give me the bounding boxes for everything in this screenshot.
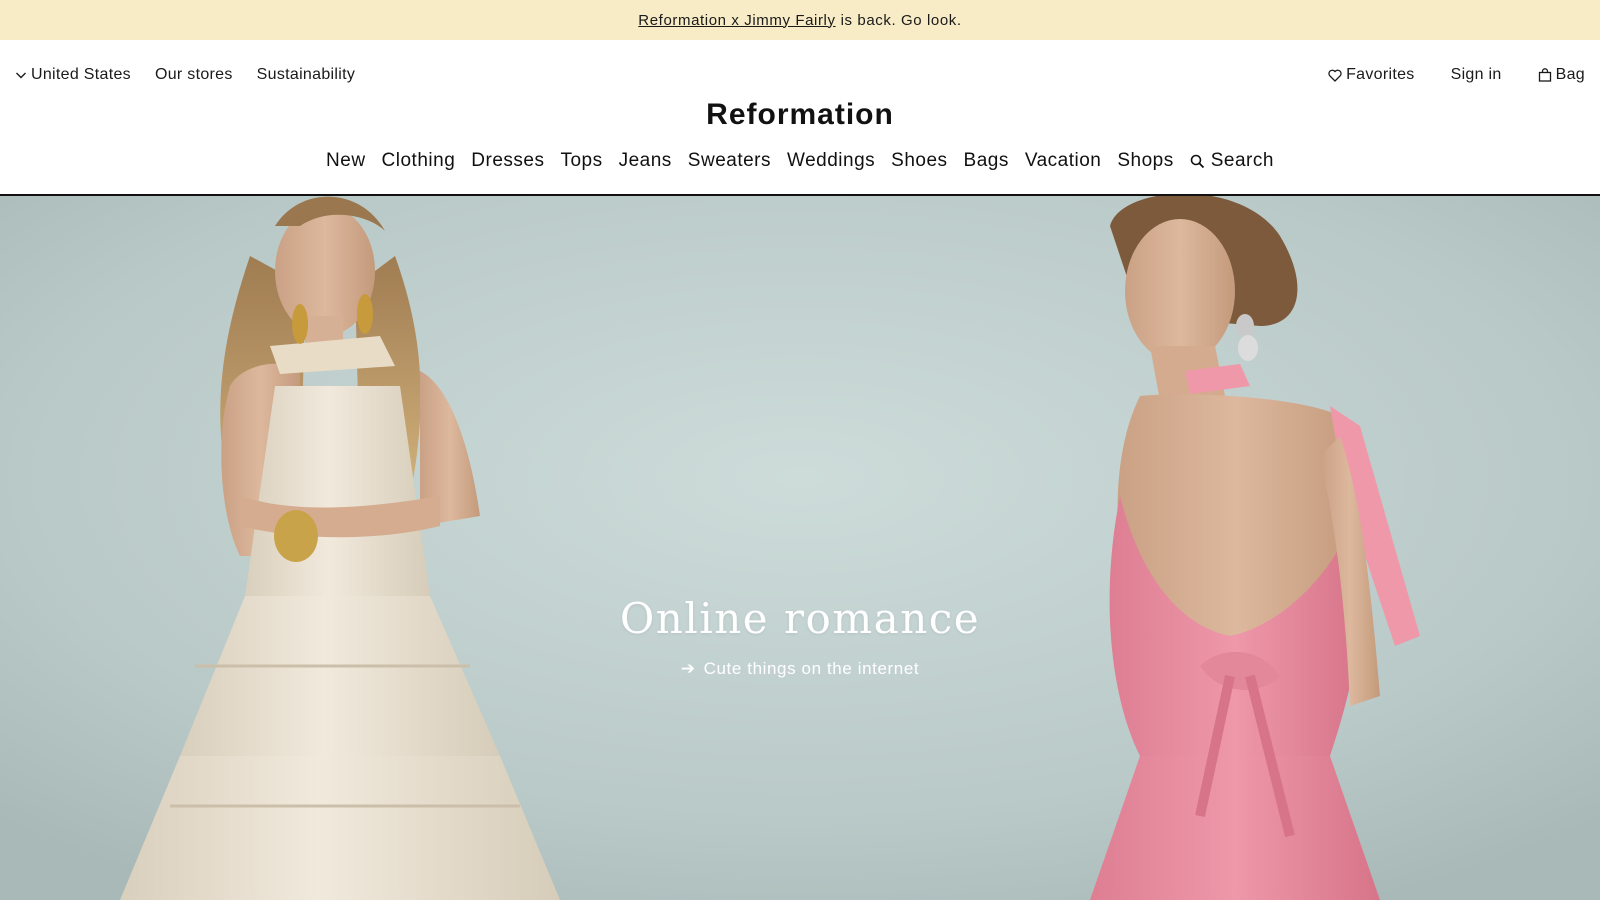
- nav-item-shoes[interactable]: Shoes: [891, 150, 947, 172]
- promo-link[interactable]: Reformation x Jimmy Fairly: [638, 12, 835, 29]
- nav-item-shops[interactable]: Shops: [1117, 150, 1173, 172]
- nav-item-clothing[interactable]: Clothing: [382, 150, 456, 172]
- promo-banner: Reformation x Jimmy Fairly is back. Go l…: [0, 0, 1600, 40]
- search-label: Search: [1210, 150, 1274, 171]
- nav-item-sweaters[interactable]: Sweaters: [688, 150, 771, 172]
- brand-logo[interactable]: Reformation: [706, 98, 894, 132]
- heart-icon: [1328, 69, 1342, 82]
- arrow-right-icon: ➔: [680, 659, 696, 678]
- favorites-label: Favorites: [1346, 66, 1415, 83]
- hero-title: Online romance: [619, 594, 981, 643]
- hero-cta-link[interactable]: ➔ Cute things on the internet: [681, 659, 919, 679]
- nav-item-jeans[interactable]: Jeans: [619, 150, 672, 172]
- nav-item-weddings[interactable]: Weddings: [787, 150, 875, 172]
- region-label: United States: [31, 66, 131, 83]
- sustainability-label: Sustainability: [256, 66, 356, 83]
- hero-image: [0, 196, 1600, 900]
- search-icon: [1190, 154, 1204, 168]
- shopping-bag-icon: [1538, 68, 1551, 82]
- sign-in-label: Sign in: [1450, 66, 1502, 83]
- our-stores-link[interactable]: Our stores: [155, 66, 233, 84]
- nav-item-vacation[interactable]: Vacation: [1025, 150, 1102, 172]
- our-stores-label: Our stores: [154, 66, 233, 83]
- hero-text: Online romance ➔ Cute things on the inte…: [0, 594, 1600, 679]
- search-button[interactable]: Search: [1190, 150, 1274, 172]
- hero-cta-label: Cute things on the internet: [703, 659, 920, 678]
- favorites-link[interactable]: Favorites: [1328, 66, 1415, 84]
- chevron-down-icon: [16, 72, 26, 79]
- nav-item-dresses[interactable]: Dresses: [471, 150, 544, 172]
- promo-text: is back. Go look.: [840, 11, 962, 29]
- utility-nav-left: United States Our stores Sustainability: [15, 66, 379, 84]
- region-selector[interactable]: United States: [15, 66, 131, 84]
- hero-banner[interactable]: Online romance ➔ Cute things on the inte…: [0, 196, 1600, 900]
- nav-item-new[interactable]: New: [326, 150, 366, 172]
- bag-label: Bag: [1555, 66, 1585, 83]
- sustainability-link[interactable]: Sustainability: [257, 66, 355, 84]
- nav-item-tops[interactable]: Tops: [560, 150, 602, 172]
- utility-nav-right: Favorites Sign in Bag: [1292, 66, 1585, 84]
- bag-link[interactable]: Bag: [1538, 66, 1585, 84]
- sign-in-link[interactable]: Sign in: [1451, 66, 1502, 84]
- nav-item-bags[interactable]: Bags: [964, 150, 1009, 172]
